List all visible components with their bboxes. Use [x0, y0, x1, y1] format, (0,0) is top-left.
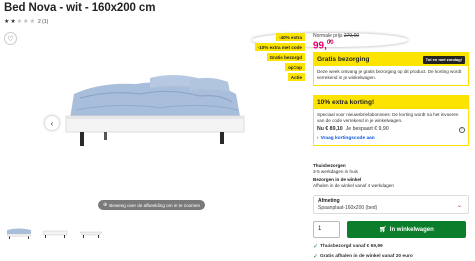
product-title: Bed Nova - wit - 160x200 cm	[4, 2, 156, 14]
discount-saving: Je bespaart € 9,90	[345, 126, 389, 133]
quantity-input[interactable]: 1	[313, 221, 340, 238]
usp-item: ✓ Gratis afhalen in de winkel vanaf 20 e…	[313, 254, 413, 260]
free-delivery-box: Gratis bezorging Tot en met zondag! Deze…	[313, 52, 469, 87]
bed-leg	[104, 132, 107, 140]
chevron-down-icon: ⌄	[456, 203, 462, 209]
previous-image-button[interactable]: ‹	[45, 116, 59, 130]
normal-price: Normale prijs 279,00	[313, 33, 360, 39]
size-select[interactable]: Afmeting Spaanplaat-160x200 (bed) ⌄	[313, 195, 469, 214]
tag: Actie	[287, 73, 305, 81]
price-block: Normale prijs 279,00 99,00	[313, 33, 469, 51]
product-image[interactable]	[40, 58, 262, 198]
tag: op=op	[285, 63, 305, 71]
bed-leg	[80, 132, 84, 146]
extra-discount-box: 10% extra korting! Speciaal voor nieuwsb…	[313, 95, 469, 146]
star-empty-icon: ★	[23, 19, 29, 25]
request-code-link[interactable]: › Vraag kortingscode aan	[314, 133, 468, 145]
star-filled-icon: ★	[10, 19, 16, 25]
promo-tags: -40% extra -10% extra met code Gratis be…	[254, 33, 305, 81]
thumbnail-strip	[4, 226, 106, 240]
add-to-cart-button[interactable]: 🛒︎ In winkelwagen	[347, 221, 466, 238]
check-icon: ✓	[313, 254, 319, 260]
zoom-hint-text: Beweeg over de afbeelding om in te zoome…	[109, 202, 201, 208]
wishlist-heart-button[interactable]: ♡	[4, 32, 17, 45]
star-empty-icon: ★	[29, 19, 35, 25]
size-select-label: Afmeting	[318, 198, 340, 204]
thumbnail[interactable]	[40, 226, 70, 240]
rating-count[interactable]: 2 (1)	[38, 19, 48, 25]
extra-discount-text: Speciaal voor nieuwsbriefabonnees: De ko…	[317, 112, 459, 124]
discount-now-price: Nu € 89,10	[317, 126, 343, 133]
star-empty-icon: ★	[16, 19, 23, 25]
thumbnail[interactable]	[4, 226, 34, 240]
normal-price-value: 279,00	[343, 33, 360, 39]
heart-icon: ♡	[7, 35, 14, 43]
star-filled-icon: ★	[4, 19, 10, 25]
zoom-hint: ⊕ Beweeg over de afbeelding om in te zoo…	[98, 200, 206, 210]
info-icon[interactable]: i	[459, 126, 465, 133]
chevron-left-icon: ‹	[50, 118, 54, 128]
extra-discount-heading: 10% extra korting!	[314, 96, 468, 109]
check-icon: ✓	[313, 244, 319, 250]
deadline-badge: Tot en met zondag!	[422, 55, 465, 64]
shipping-info: Thuisbezorgen 3-5 werkdagen in huis Bezo…	[313, 163, 394, 188]
size-select-value: Spaanplaat-160x200 (bed)	[318, 205, 378, 211]
tag: -40% extra	[276, 33, 305, 41]
current-price: 99,00	[313, 40, 334, 52]
free-delivery-heading: Gratis bezorging	[317, 56, 370, 63]
zoom-icon: ⊕	[103, 202, 108, 208]
tag: -10% extra met code	[254, 43, 305, 51]
tag: Gratis bezorgd	[266, 53, 305, 61]
cart-icon: 🛒︎	[379, 227, 387, 233]
usp-item: ✓ Thuisbezorgd vanaf € 69,99	[313, 244, 383, 250]
free-delivery-text: Deze week ontvang je gratis bezorging op…	[317, 69, 462, 81]
chevron-right-icon: ›	[317, 135, 319, 141]
bed-leg	[220, 132, 224, 144]
rating[interactable]: ★ ★ ★ ★ ★ 2 (1)	[4, 19, 48, 25]
thumbnail[interactable]	[76, 226, 106, 240]
